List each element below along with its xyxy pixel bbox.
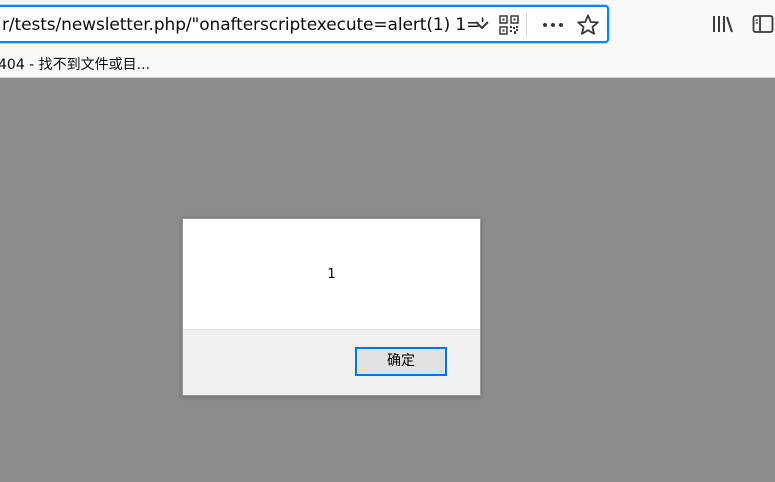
alert-dialog: 1 确定	[182, 218, 481, 396]
chevron-down-icon[interactable]	[472, 15, 492, 35]
library-icon[interactable]	[712, 14, 734, 34]
alert-body: 1	[183, 219, 480, 329]
qr-code-icon[interactable]	[499, 15, 519, 35]
tab-strip: 404 - 找不到文件或目...	[0, 48, 775, 78]
url-text[interactable]: r/tests/newsletter.php/"onafterscriptexe…	[2, 15, 485, 35]
ok-button[interactable]: 确定	[355, 347, 447, 376]
alert-footer: 确定	[183, 329, 480, 395]
sidebar-icon[interactable]	[752, 14, 774, 34]
browser-toolbar: r/tests/newsletter.php/"onafterscriptexe…	[0, 0, 775, 48]
more-icon[interactable]	[541, 17, 565, 33]
url-bar-separator	[526, 13, 527, 37]
alert-message: 1	[327, 267, 336, 282]
url-bar[interactable]: r/tests/newsletter.php/"onafterscriptexe…	[0, 5, 609, 43]
star-icon[interactable]	[576, 13, 600, 37]
tab-title[interactable]: 404 - 找不到文件或目...	[0, 54, 150, 74]
